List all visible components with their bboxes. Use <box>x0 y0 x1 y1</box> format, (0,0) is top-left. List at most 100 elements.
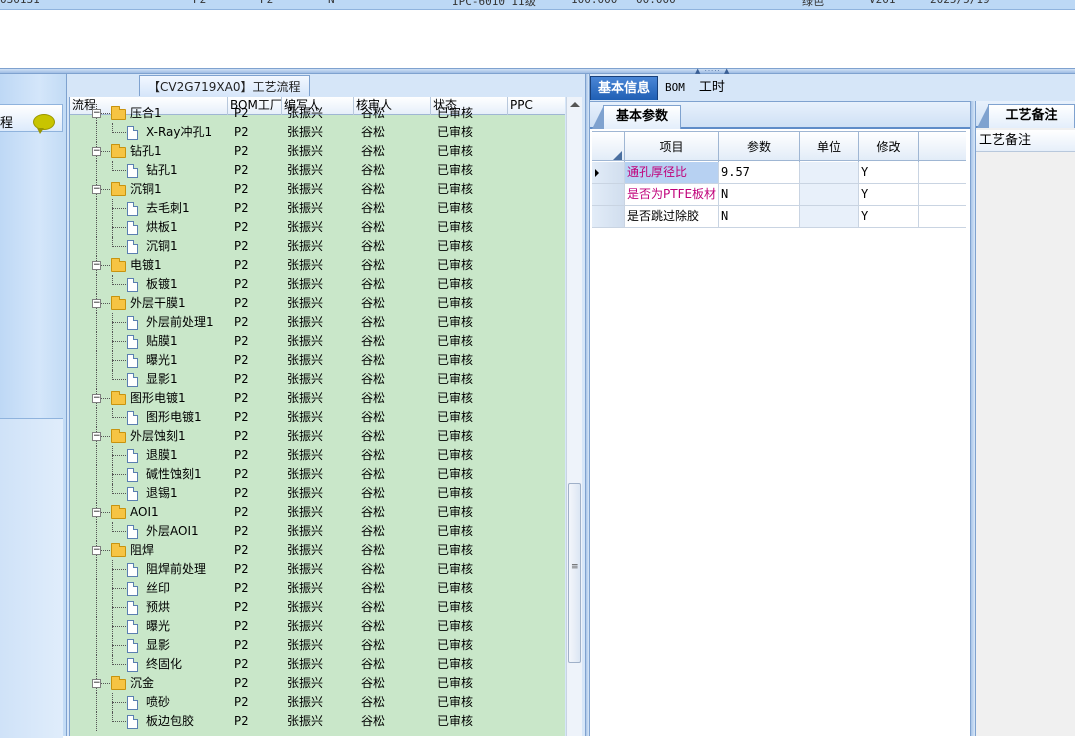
tree-row[interactable]: − 图形电镀1 P2 张振兴 谷松 已审核 <box>70 389 565 408</box>
param-unit[interactable] <box>800 184 859 205</box>
upper-grid-cell[interactable]: N <box>328 0 335 6</box>
collapse-toggle-icon[interactable]: − <box>92 546 101 555</box>
tree-row[interactable]: 板镀1 P2 张振兴 谷松 已审核 <box>70 275 565 294</box>
params-col-item[interactable]: 项目 <box>625 132 719 162</box>
params-row[interactable]: 通孔厚径比 9.57 Y <box>592 162 966 184</box>
collapse-toggle-icon[interactable]: − <box>92 679 101 688</box>
scroll-up-arrow-icon[interactable] <box>570 102 580 107</box>
tree-row[interactable]: 沉铜1 P2 张振兴 谷松 已审核 <box>70 237 565 256</box>
tree-connector-line <box>112 474 126 475</box>
tree-row[interactable]: 退锡1 P2 张振兴 谷松 已审核 <box>70 484 565 503</box>
tab-basic-info[interactable]: 基本信息 <box>590 76 659 100</box>
tree-row[interactable]: 图形电镀1 P2 张振兴 谷松 已审核 <box>70 408 565 427</box>
tree-cell-reviewer: 谷松 <box>361 657 386 671</box>
param-item[interactable]: 是否跳过除胶 <box>625 206 719 227</box>
tree-row[interactable]: − AOI1 P2 张振兴 谷松 已审核 <box>70 503 565 522</box>
collapse-toggle-icon[interactable]: − <box>92 147 101 156</box>
tree-row[interactable]: − 沉铜1 P2 张振兴 谷松 已审核 <box>70 180 565 199</box>
tree-row[interactable]: − 阻焊 P2 张振兴 谷松 已审核 <box>70 541 565 560</box>
tree-row[interactable]: 贴膜1 P2 张振兴 谷松 已审核 <box>70 332 565 351</box>
tree-vertical-scrollbar[interactable]: ≡ <box>566 97 582 736</box>
tree-row[interactable]: 显影 P2 张振兴 谷松 已审核 <box>70 636 565 655</box>
upper-grid-cell[interactable]: 绿色 <box>802 0 824 9</box>
tree-cell-writer: 张振兴 <box>287 714 324 728</box>
row-indicator[interactable] <box>592 184 625 205</box>
tree-row[interactable]: − 压合1 P2 张振兴 谷松 已审核 <box>70 104 565 123</box>
tree-row[interactable]: 曝光 P2 张振兴 谷松 已审核 <box>70 617 565 636</box>
param-value[interactable]: 9.57 <box>719 162 800 183</box>
row-indicator[interactable] <box>592 206 625 227</box>
tree-row[interactable]: 曝光1 P2 张振兴 谷松 已审核 <box>70 351 565 370</box>
upper-grid-cell[interactable]: 00.000 <box>636 0 676 6</box>
collapse-toggle-icon[interactable]: − <box>92 261 101 270</box>
row-indicator[interactable] <box>592 162 625 183</box>
tree-row[interactable]: 喷砂 P2 张振兴 谷松 已审核 <box>70 693 565 712</box>
upper-grid-cell[interactable]: 030131 <box>0 0 40 6</box>
tab-process-notes[interactable]: 工艺备注 <box>977 104 1075 128</box>
tree-row[interactable]: 板边包胶 P2 张振兴 谷松 已审核 <box>70 712 565 731</box>
upper-grid-row[interactable]: 030131 P2 P2 N IPC-6010 II级 100.000 00.000 绿色 V2… <box>0 0 1075 10</box>
tree-row[interactable]: − 电镀1 P2 张振兴 谷松 已审核 <box>70 256 565 275</box>
tree-row[interactable]: − 外层干膜1 P2 张振兴 谷松 已审核 <box>70 294 565 313</box>
tree-cell-writer: 张振兴 <box>287 125 324 139</box>
param-item[interactable]: 是否为PTFE板材 <box>625 184 719 205</box>
process-tree-grid[interactable]: 流程 BOM工厂 编写人 核审人 状态 PPC − 压合1 P2 张振兴 谷松 已审核 X-Ray冲孔… <box>69 97 565 736</box>
tab-bom[interactable]: BOM <box>658 76 692 100</box>
tree-row[interactable]: X-Ray冲孔1 P2 张振兴 谷松 已审核 <box>70 123 565 142</box>
collapse-toggle-icon[interactable]: − <box>92 109 101 118</box>
tree-row[interactable]: 预烘 P2 张振兴 谷松 已审核 <box>70 598 565 617</box>
tree-row[interactable]: − 沉金 P2 张振兴 谷松 已审核 <box>70 674 565 693</box>
upper-grid-cell[interactable]: 2025/5/19 <box>930 0 990 6</box>
tree-row[interactable]: 终固化 P2 张振兴 谷松 已审核 <box>70 655 565 674</box>
param-item[interactable]: 通孔厚径比 <box>625 162 719 183</box>
collapse-toggle-icon[interactable]: − <box>92 508 101 517</box>
tree-row[interactable]: 外层前处理1 P2 张振兴 谷松 已审核 <box>70 313 565 332</box>
param-unit[interactable] <box>800 162 859 183</box>
tree-cell-factory: P2 <box>234 657 249 671</box>
upper-grid-cell[interactable]: V201 <box>869 0 896 6</box>
tree-cell-status: 已审核 <box>437 581 474 595</box>
upper-grid-cell[interactable]: P2 <box>193 0 206 6</box>
param-modify[interactable]: Y <box>859 184 919 205</box>
tree-cell-status: 已审核 <box>437 163 474 177</box>
tree-row[interactable]: 丝印 P2 张振兴 谷松 已审核 <box>70 579 565 598</box>
row-indicator-header[interactable] <box>592 132 625 162</box>
param-value[interactable]: N <box>719 206 800 227</box>
folder-icon <box>111 429 126 443</box>
tree-node-label: 喷砂 <box>146 695 171 709</box>
tree-row[interactable]: 烘板1 P2 张振兴 谷松 已审核 <box>70 218 565 237</box>
scrollbar-thumb[interactable]: ≡ <box>568 483 581 663</box>
params-col-modify[interactable]: 修改 <box>859 132 919 162</box>
tree-row[interactable]: 钻孔1 P2 张振兴 谷松 已审核 <box>70 161 565 180</box>
collapse-toggle-icon[interactable]: − <box>92 432 101 441</box>
param-modify[interactable]: Y <box>859 206 919 227</box>
upper-grid-cell[interactable]: IPC-6010 II级 <box>452 0 536 9</box>
params-row[interactable]: 是否为PTFE板材 N Y <box>592 184 966 206</box>
tree-row[interactable]: 去毛刺1 P2 张振兴 谷松 已审核 <box>70 199 565 218</box>
tab-work-hours[interactable]: 工时 <box>692 76 732 100</box>
param-modify[interactable]: Y <box>859 162 919 183</box>
tree-row[interactable]: 显影1 P2 张振兴 谷松 已审核 <box>70 370 565 389</box>
tree-cell-status: 已审核 <box>437 505 474 519</box>
params-col-unit[interactable]: 单位 <box>800 132 859 162</box>
collapse-toggle-icon[interactable]: − <box>92 185 101 194</box>
param-value[interactable]: N <box>719 184 800 205</box>
tree-cell-status: 已审核 <box>437 638 474 652</box>
collapse-toggle-icon[interactable]: − <box>92 394 101 403</box>
tree-row[interactable]: 退膜1 P2 张振兴 谷松 已审核 <box>70 446 565 465</box>
tree-row[interactable]: 外层AOI1 P2 张振兴 谷松 已审核 <box>70 522 565 541</box>
tree-row[interactable]: 碱性蚀刻1 P2 张振兴 谷松 已审核 <box>70 465 565 484</box>
params-row[interactable]: 是否跳过除胶 N Y <box>592 206 966 228</box>
tree-cell-factory: P2 <box>234 505 249 519</box>
upper-grid-cell[interactable]: 100.000 <box>571 0 617 6</box>
speech-bubble-icon[interactable] <box>33 114 55 134</box>
tree-cell-writer: 张振兴 <box>287 676 324 690</box>
tree-row[interactable]: − 钻孔1 P2 张振兴 谷松 已审核 <box>70 142 565 161</box>
param-unit[interactable] <box>800 206 859 227</box>
params-col-value[interactable]: 参数 <box>719 132 800 162</box>
upper-grid-cell[interactable]: P2 <box>260 0 273 6</box>
collapse-toggle-icon[interactable]: − <box>92 299 101 308</box>
tab-basic-params[interactable]: 基本参数 <box>591 105 682 129</box>
tree-row[interactable]: − 外层蚀刻1 P2 张振兴 谷松 已审核 <box>70 427 565 446</box>
tree-row[interactable]: 阻焊前处理 P2 张振兴 谷松 已审核 <box>70 560 565 579</box>
